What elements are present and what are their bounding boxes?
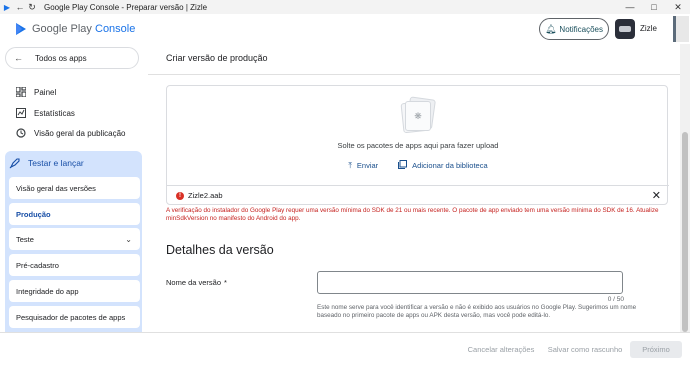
sidebar: ← Todos os apps Painel Estatísticas Visã…: [0, 44, 148, 335]
minimize-icon[interactable]: —: [618, 2, 642, 13]
sidebar-item-label: Pesquisador de pacotes de apps: [16, 312, 126, 322]
brand-console: Console: [95, 23, 136, 35]
upload-dropzone[interactable]: ❋ Solte os pacotes de apps aqui para faz…: [166, 85, 669, 205]
release-name-label: Nome da versão *: [166, 278, 227, 287]
sidebar-item-label: Estatísticas: [34, 108, 75, 118]
window-title: Google Play Console - Preparar versão | …: [44, 2, 208, 12]
window-titlebar: ▶ ← ↻ Google Play Console - Preparar ver…: [0, 0, 690, 14]
back-arrow-icon[interactable]: ←: [14, 2, 26, 12]
account-edge-bar: [673, 16, 689, 42]
uploaded-file-name: Zizle2.aab: [188, 191, 223, 200]
sidebar-item-testing[interactable]: Teste ⌄: [9, 228, 140, 250]
sidebar-item-label: Visão geral das versões: [16, 183, 96, 193]
upload-send-label: Enviar: [356, 161, 379, 170]
notifications-label: Notificações: [559, 24, 603, 34]
play-store-icon: ▶: [3, 2, 11, 12]
developer-avatar[interactable]: [615, 19, 635, 39]
statistics-icon: [16, 108, 26, 118]
sdk-error-message: A verificação do instalador do Google Pl…: [166, 207, 659, 222]
sidebar-item-app-bundle-explorer[interactable]: Pesquisador de pacotes de apps: [9, 306, 140, 328]
page-title: Criar versão de produção: [166, 53, 268, 63]
all-apps-label: Todos os apps: [35, 53, 87, 63]
cancel-changes-button[interactable]: Cancelar alterações: [460, 341, 542, 358]
main-content: Criar versão de produção ❋ Solte os paco…: [148, 44, 680, 332]
sidebar-item-test-and-release[interactable]: Testar e lançar: [5, 151, 142, 175]
sidebar-item-statistics[interactable]: Estatísticas: [0, 104, 148, 122]
maximize-icon[interactable]: □: [642, 2, 666, 13]
sidebar-item-production[interactable]: Produção: [9, 203, 140, 225]
sidebar-item-publishing-overview[interactable]: Visão geral da publicação: [0, 124, 148, 142]
error-icon: !: [176, 191, 184, 200]
release-name-input[interactable]: [317, 271, 623, 294]
group-label: Testar e lançar: [28, 158, 84, 168]
brand-google-play: Google Play: [32, 23, 92, 35]
close-window-icon[interactable]: ✕: [666, 2, 690, 13]
next-button[interactable]: Próximo: [630, 341, 682, 358]
sidebar-item-label: Visão geral da publicação: [34, 128, 126, 138]
release-details-title: Detalhes da versão: [166, 243, 274, 257]
notifications-button[interactable]: 🔔︎ Notificações: [539, 18, 609, 40]
avatar-image: [619, 26, 631, 32]
drop-instructions: Solte os pacotes de apps aqui para fazer…: [337, 141, 499, 150]
chevron-down-icon: ⌄: [125, 234, 132, 244]
upload-send-button[interactable]: ⤒ Enviar: [348, 160, 378, 171]
release-name-label-text: Nome da versão: [166, 278, 222, 287]
sidebar-item-releases-overview[interactable]: Visão geral das versões: [9, 177, 140, 199]
sidebar-item-label: Pré-cadastro: [16, 260, 59, 270]
sidebar-item-label: Integridade do app: [16, 286, 79, 296]
add-from-library-label: Adicionar da biblioteca: [412, 161, 488, 170]
release-name-helper-text: Este nome serve para você identificar a …: [317, 304, 637, 319]
required-asterisk: *: [224, 278, 227, 287]
bell-icon: 🔔︎: [544, 23, 557, 34]
uploaded-file-row: ! Zizle2.aab ✕: [167, 185, 669, 205]
footer-action-bar: Cancelar alterações Salvar como rascunho…: [0, 332, 690, 365]
play-console-logo[interactable]: Google Play Console: [15, 23, 135, 35]
sidebar-item-label: Produção: [16, 209, 51, 219]
all-apps-button[interactable]: ← Todos os apps: [5, 47, 139, 69]
publishing-overview-icon: [16, 128, 26, 138]
dashboard-icon: [16, 87, 26, 97]
upload-icon: ⤒: [348, 160, 352, 170]
save-draft-button[interactable]: Salvar como rascunho: [542, 341, 628, 358]
arrow-left-icon: ←: [14, 53, 23, 63]
sidebar-item-dashboard[interactable]: Painel: [0, 83, 148, 101]
add-from-library-button[interactable]: Adicionar da biblioteca: [398, 160, 488, 171]
scrollbar-thumb[interactable]: [682, 132, 688, 332]
top-app-bar: Google Play Console 🔔︎ Notificações Zizl…: [0, 14, 690, 44]
rocket-icon: [9, 157, 20, 169]
window-controls: — □ ✕: [618, 2, 690, 13]
header-divider: [148, 74, 680, 75]
library-icon: [398, 160, 408, 171]
character-counter: 0 / 50: [607, 296, 624, 303]
sidebar-item-label: Painel: [34, 87, 57, 97]
google-play-logo-icon: [16, 23, 26, 35]
refresh-icon[interactable]: ↻: [26, 2, 38, 13]
remove-file-icon[interactable]: ✕: [652, 189, 661, 202]
sidebar-item-pre-registration[interactable]: Pré-cadastro: [9, 254, 140, 276]
account-name[interactable]: Zizle: [640, 24, 657, 33]
documents-stack-icon: ❋: [400, 96, 436, 134]
sidebar-item-label: Teste: [16, 234, 34, 244]
sidebar-item-app-integrity[interactable]: Integridade do app: [9, 280, 140, 302]
main-scrollbar[interactable]: [680, 44, 690, 332]
upload-actions: ⤒ Enviar Adicionar da biblioteca: [167, 160, 669, 171]
sidebar-group-test-and-release: Testar e lançar Visão geral das versões …: [5, 151, 142, 335]
